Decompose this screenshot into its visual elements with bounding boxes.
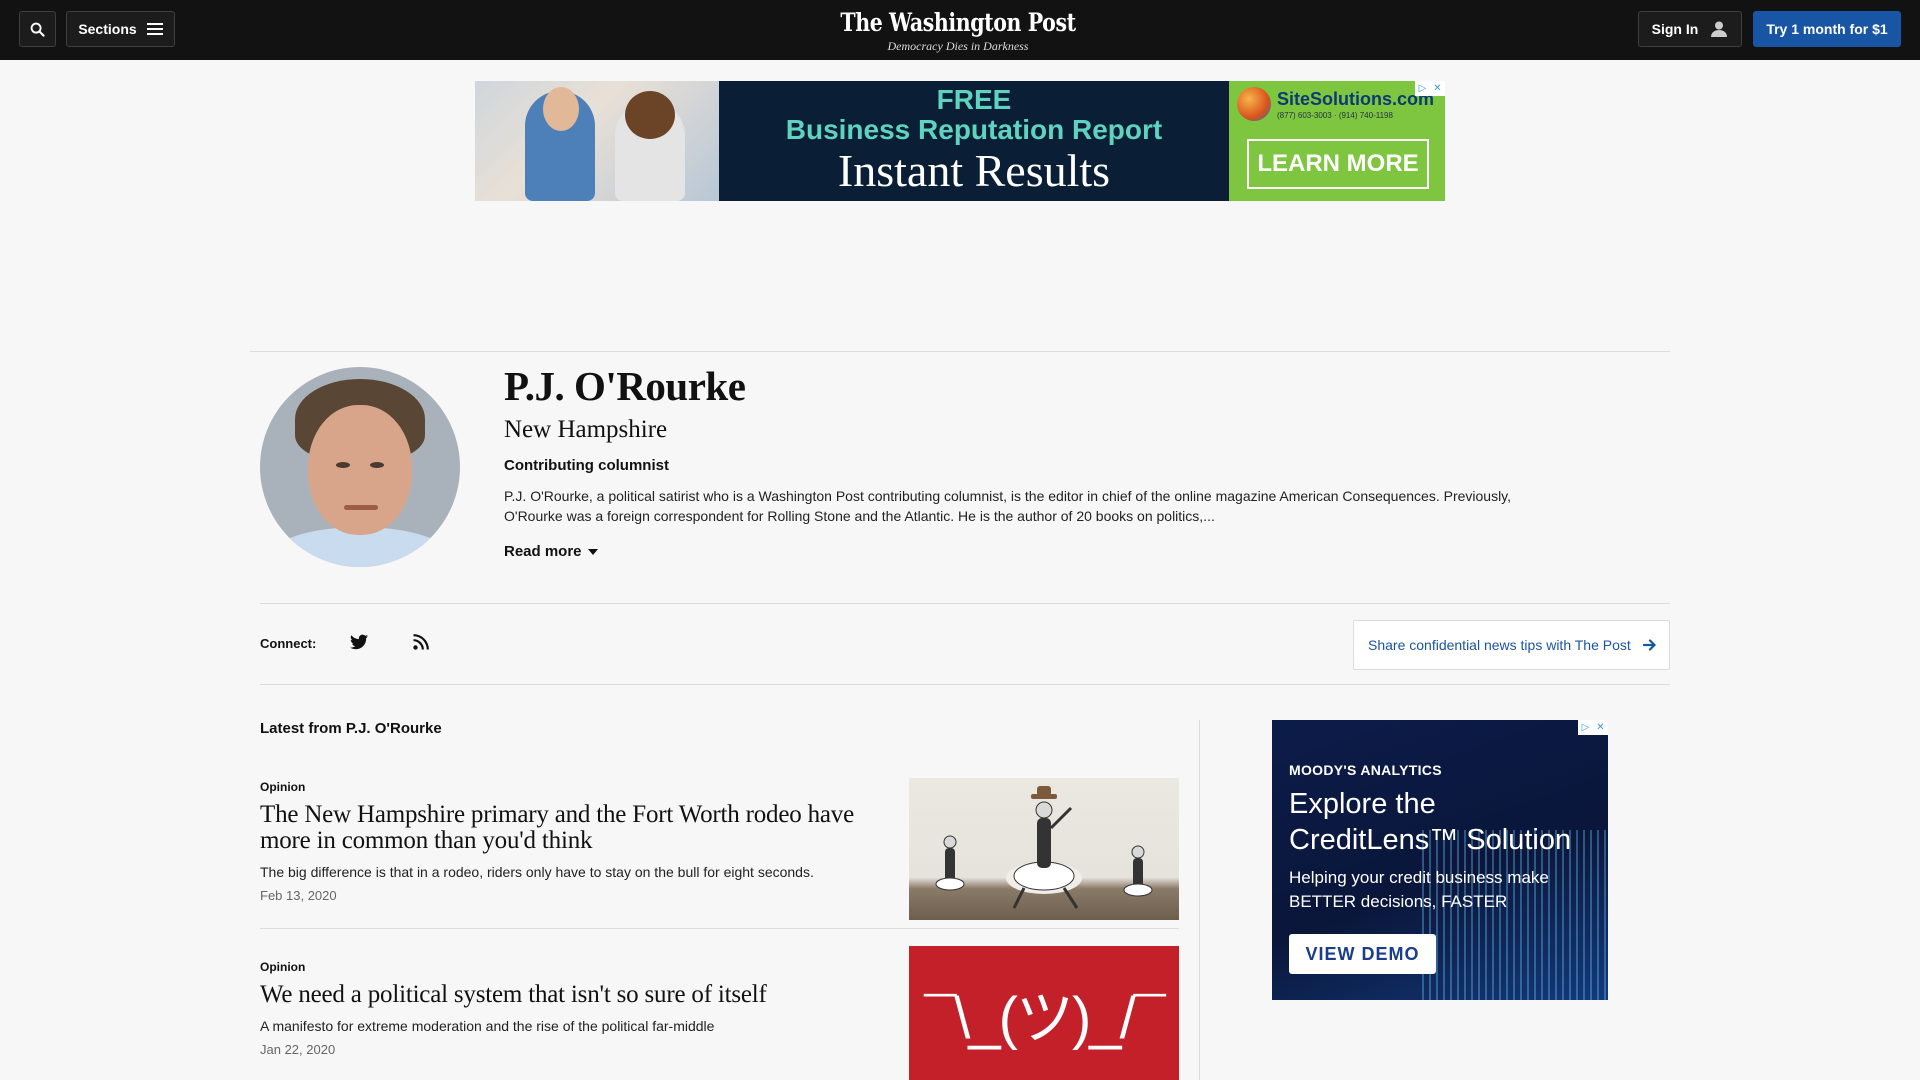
ad-subhead: Helping your credit business make BETTER… (1289, 868, 1549, 911)
divider (260, 684, 1670, 685)
twitter-icon[interactable] (350, 634, 368, 650)
article-thumbnail[interactable]: ¯\_(ツ)_/¯ (909, 946, 1179, 1080)
author-avatar (260, 367, 460, 567)
news-tips-link[interactable]: Share confidential news tips with The Po… (1353, 620, 1670, 670)
masthead-logo[interactable]: The Washington Post Democracy Dies in Da… (760, 8, 1156, 54)
arrow-right-icon (1642, 639, 1656, 651)
sections-menu-button[interactable]: Sections (66, 11, 175, 47)
sections-label: Sections (78, 21, 137, 37)
close-ad-icon[interactable]: ✕ (1593, 720, 1608, 735)
author-bio: P.J. O'Rourke, a political satirist who … (504, 488, 1512, 524)
ad-company: MOODY'S ANALYTICS (1289, 762, 1442, 778)
ad-line-results: Instant Results (837, 145, 1111, 196)
ad-learn-more-button[interactable]: LEARN MORE (1247, 139, 1429, 189)
ad-photo (475, 81, 719, 201)
hamburger-icon (146, 23, 163, 35)
article-date: Feb 13, 2020 (260, 888, 337, 903)
sidebar-ad[interactable]: MOODY'S ANALYTICS Explore the CreditLens… (1272, 720, 1608, 1000)
article-headline[interactable]: We need a political system that isn't so… (260, 982, 860, 1008)
article-kicker: Opinion (260, 780, 306, 794)
ad-phone: (877) 603-3003 · (914) 740-1198 (1277, 111, 1393, 120)
ad-line-free: FREE (936, 84, 1012, 115)
top-nav-bar: Sections The Washington Post Democracy D… (0, 0, 1920, 60)
subscribe-trial-button[interactable]: Try 1 month for $1 (1753, 11, 1901, 47)
adchoices-badge[interactable]: ▷ ✕ (1578, 720, 1608, 735)
trial-label: Try 1 month for $1 (1766, 21, 1888, 37)
article-headline[interactable]: The New Hampshire primary and the Fort W… (260, 802, 860, 854)
author-location: New Hampshire (504, 416, 668, 443)
masthead-tagline: Democracy Dies in Darkness (887, 39, 1029, 53)
article-thumbnail[interactable] (909, 778, 1179, 920)
ad-headline: Explore the CreditLens™ Solution (1289, 788, 1572, 856)
news-tips-label: Share confidential news tips with The Po… (1368, 637, 1631, 653)
article-card[interactable]: Opinion We need a political system that … (260, 946, 1179, 1080)
latest-heading: Latest from P.J. O'Rourke (260, 720, 442, 737)
article-blurb: A manifesto for extreme moderation and t… (260, 1018, 715, 1034)
caret-down-icon (587, 548, 598, 555)
user-icon (1711, 21, 1728, 37)
article-date: Jan 22, 2020 (260, 1042, 336, 1057)
adchoices-icon[interactable]: ▷ (1578, 720, 1593, 735)
article-card[interactable]: Opinion The New Hampshire primary and th… (260, 778, 1179, 928)
globe-logo-icon (1237, 87, 1271, 121)
ad-line-report: Business Reputation Report (785, 114, 1163, 145)
divider (250, 351, 1670, 352)
search-icon (30, 22, 45, 37)
search-button[interactable] (19, 11, 56, 47)
top-banner-ad[interactable]: FREE Business Reputation Report Instant … (475, 81, 1445, 201)
masthead-title: The Washington Post (840, 8, 1076, 37)
adchoices-badge[interactable]: ▷ ✕ (1415, 81, 1445, 96)
author-role: Contributing columnist (504, 457, 669, 474)
divider (260, 603, 1670, 604)
rss-icon[interactable] (413, 634, 429, 650)
ad-copy: FREE Business Reputation Report Instant … (719, 81, 1229, 201)
author-name: P.J. O'Rourke (504, 363, 746, 409)
sign-in-button[interactable]: Sign In (1638, 11, 1742, 47)
read-more-label: Read more (504, 543, 582, 560)
rodeo-illustration (935, 786, 1153, 909)
article-kicker: Opinion (260, 960, 306, 974)
sign-in-label: Sign In (1651, 21, 1699, 37)
close-ad-icon[interactable]: ✕ (1430, 81, 1445, 96)
article-blurb: The big difference is that in a rodeo, r… (260, 864, 814, 880)
read-more-button[interactable]: Read more (504, 543, 598, 560)
ad-brand-name: SiteSolutions.com (1277, 89, 1435, 109)
ad-brand-panel: SiteSolutions.com (877) 603-3003 · (914)… (1229, 81, 1445, 201)
adchoices-icon[interactable]: ▷ (1415, 81, 1430, 96)
column-divider (1199, 720, 1200, 1080)
connect-label: Connect: (260, 636, 317, 651)
divider (260, 928, 1179, 929)
ad-view-demo-button[interactable]: VIEW DEMO (1289, 934, 1436, 974)
